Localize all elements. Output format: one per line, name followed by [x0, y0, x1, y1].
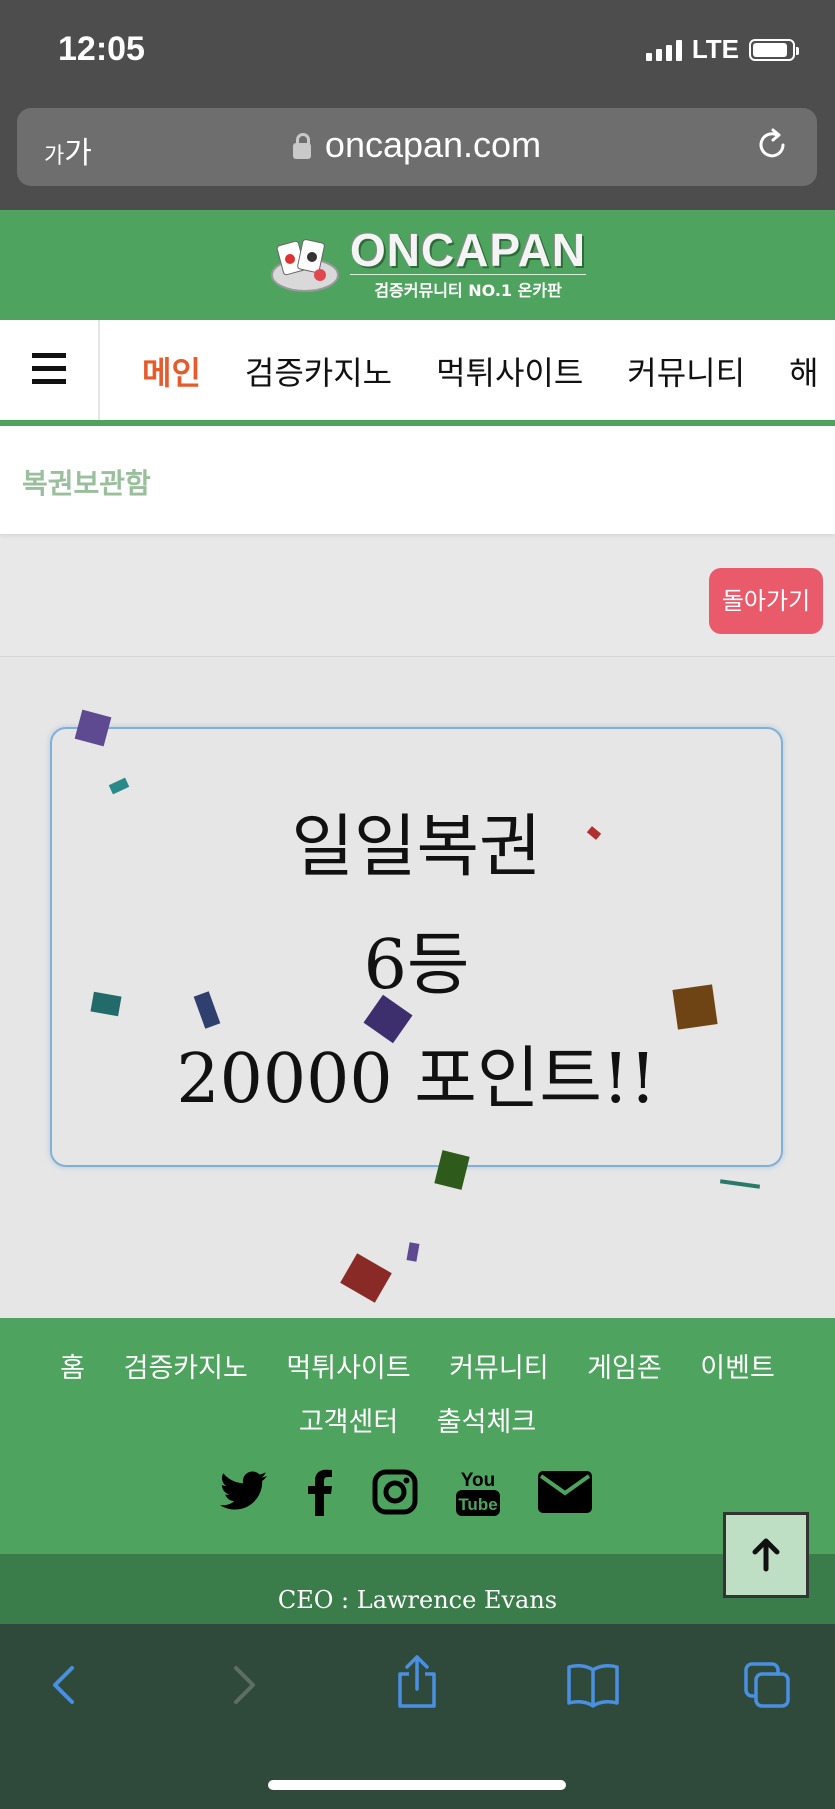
- back-arrow-icon[interactable]: [40, 1660, 90, 1710]
- menu-icon[interactable]: [0, 320, 100, 420]
- nav-item-scam-sites[interactable]: 먹튀사이트: [436, 348, 583, 394]
- footer-link-game-zone[interactable]: 게임존: [587, 1353, 662, 1384]
- url-field[interactable]: oncapan.com: [17, 124, 817, 166]
- nav-item-community[interactable]: 커뮤니티: [627, 348, 745, 394]
- confetti-piece: [340, 1253, 392, 1303]
- prize-points: 20000 포인트!!: [176, 1040, 657, 1119]
- footer-link-home[interactable]: 홈: [60, 1353, 85, 1384]
- footer-company-info: CEO : Lawrence Evans: [0, 1554, 835, 1624]
- url-text: oncapan.com: [324, 124, 542, 165]
- twitter-icon[interactable]: [220, 1471, 268, 1513]
- footer-link-community[interactable]: 커뮤니티: [449, 1353, 548, 1384]
- site-header: ONCAPAN 검증커뮤니티 NO.1 온카판: [0, 210, 835, 320]
- cards-logo-icon: [271, 238, 339, 292]
- footer-link-customer-center[interactable]: 고객센터: [299, 1407, 398, 1438]
- scroll-to-top-button[interactable]: [723, 1512, 809, 1598]
- site-logo[interactable]: ONCAPAN 검증커뮤니티 NO.1 온카판: [270, 224, 587, 301]
- svg-text:Tube: Tube: [458, 1495, 497, 1514]
- lottery-name: 일일복권: [291, 808, 542, 887]
- nav-item-main[interactable]: 메인: [142, 348, 201, 394]
- signal-icon: [645, 39, 682, 61]
- share-icon[interactable]: [392, 1654, 442, 1710]
- browser-address-area: 가가 oncapan.com: [0, 100, 835, 210]
- forward-arrow-icon[interactable]: [218, 1660, 268, 1710]
- confetti-piece: [406, 1242, 420, 1262]
- logo-text: ONCAPAN: [350, 224, 587, 276]
- mail-icon[interactable]: [538, 1471, 592, 1513]
- site-footer: 홈 검증카지노 먹튀사이트 커뮤니티 게임존 이벤트 고객센터 출석체크 You…: [0, 1318, 835, 1554]
- footer-link-scam-sites[interactable]: 먹튀사이트: [286, 1353, 410, 1384]
- svg-text:You: You: [461, 1470, 495, 1491]
- instagram-icon[interactable]: [372, 1469, 418, 1515]
- confetti-piece: [672, 984, 718, 1030]
- nav-item-verified-casino[interactable]: 검증카지노: [245, 348, 392, 394]
- facebook-icon[interactable]: [306, 1468, 334, 1516]
- nav-item-more[interactable]: 해: [789, 348, 818, 394]
- prize-rank: 6등: [363, 926, 470, 1005]
- lottery-result-area: 일일복권 6등 20000 포인트!!: [0, 656, 835, 1319]
- status-indicators: LTE: [645, 34, 799, 65]
- back-button[interactable]: 돌아가기: [709, 568, 823, 634]
- address-bar[interactable]: 가가 oncapan.com: [17, 108, 817, 186]
- result-box: 일일복권 6등 20000 포인트!!: [50, 727, 783, 1167]
- logo-tagline: 검증커뮤니티 NO.1 온카판: [350, 274, 587, 301]
- bookmarks-icon[interactable]: [566, 1660, 620, 1710]
- status-time: 12:05: [58, 30, 145, 68]
- status-bar: 12:05 LTE: [0, 0, 835, 100]
- network-label: LTE: [691, 34, 739, 64]
- reload-icon[interactable]: [755, 128, 789, 162]
- footer-link-events[interactable]: 이벤트: [700, 1353, 775, 1384]
- lock-icon: [292, 133, 311, 159]
- page-title-card: 복권보관함: [0, 426, 835, 534]
- tabs-icon[interactable]: [742, 1660, 792, 1710]
- footer-link-attendance[interactable]: 출석체크: [437, 1407, 536, 1438]
- home-indicator: [268, 1780, 566, 1790]
- arrow-up-icon: [752, 1538, 780, 1572]
- page-title: 복권보관함: [22, 467, 151, 500]
- browser-toolbar: [0, 1624, 835, 1809]
- footer-link-verified-casino[interactable]: 검증카지노: [124, 1353, 248, 1384]
- battery-icon: [749, 38, 799, 61]
- nav-items: 메인 검증카지노 먹튀사이트 커뮤니티 해: [142, 348, 819, 394]
- main-nav: 메인 검증카지노 먹튀사이트 커뮤니티 해: [0, 320, 835, 426]
- footer-links: 홈 검증카지노 먹튀사이트 커뮤니티 게임존 이벤트 고객센터 출석체크: [0, 1342, 835, 1450]
- ceo-text: CEO : Lawrence Evans: [277, 1586, 558, 1614]
- social-links: You Tube: [220, 1466, 592, 1518]
- confetti-piece: [719, 1179, 761, 1189]
- youtube-icon[interactable]: You Tube: [456, 1466, 500, 1518]
